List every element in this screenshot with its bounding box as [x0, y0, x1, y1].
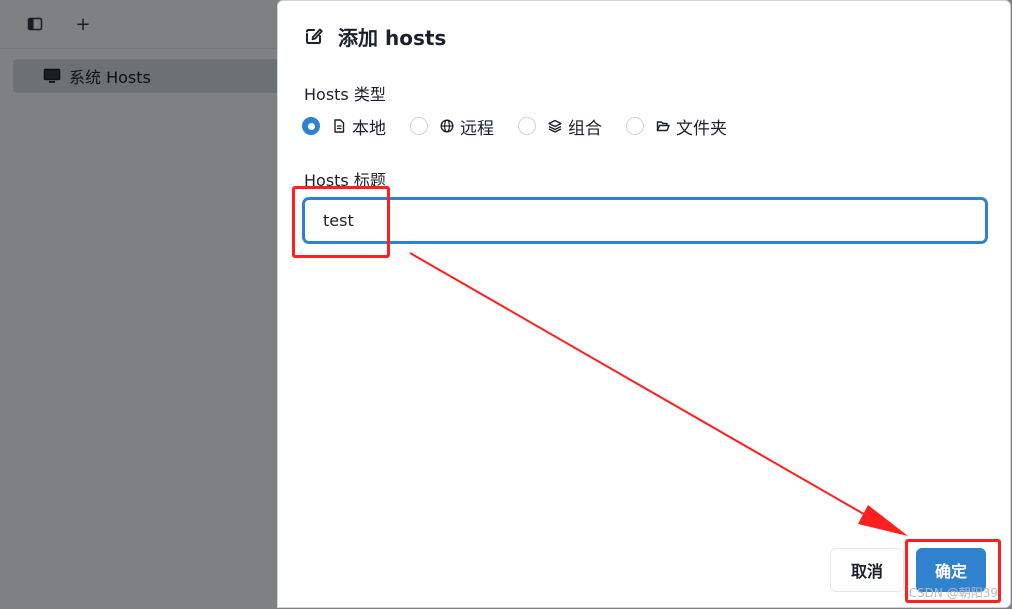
radio-button[interactable] — [302, 117, 320, 135]
radio-label: 组合 — [568, 118, 602, 139]
radio-label: 文件夹 — [676, 118, 727, 139]
radio-button[interactable] — [410, 117, 428, 135]
edit-icon — [306, 28, 323, 44]
radio-option-group[interactable]: 组合 — [518, 114, 602, 139]
watermark: CSDN @朝阳39 — [908, 586, 998, 600]
dialog-title: 添加 hosts — [338, 25, 447, 50]
hosts-title-input[interactable] — [303, 198, 987, 243]
radio-label: 本地 — [352, 118, 386, 139]
radio-button[interactable] — [518, 117, 536, 135]
radio-label: 远程 — [460, 118, 494, 139]
globe-icon — [440, 119, 454, 133]
folder-open-icon — [656, 121, 670, 132]
layers-icon — [548, 119, 562, 133]
radio-option-local[interactable]: 本地 — [302, 114, 386, 139]
file-icon — [334, 119, 345, 133]
radio-button[interactable] — [626, 117, 644, 135]
annotation-box-title — [292, 186, 390, 258]
add-hosts-dialog: 添加 hosts Hosts 类型 本地 远程 组合 文件夹 Hosts 标题 … — [277, 0, 1011, 608]
radio-option-folder[interactable]: 文件夹 — [626, 114, 727, 139]
dialog-header: 添加 hosts — [304, 21, 446, 51]
radio-option-remote[interactable]: 远程 — [410, 114, 494, 139]
cancel-button[interactable]: 取消 — [830, 548, 904, 592]
hosts-type-label: Hosts 类型 — [304, 85, 386, 104]
hosts-type-radio-group: 本地 远程 组合 文件夹 — [302, 113, 751, 139]
